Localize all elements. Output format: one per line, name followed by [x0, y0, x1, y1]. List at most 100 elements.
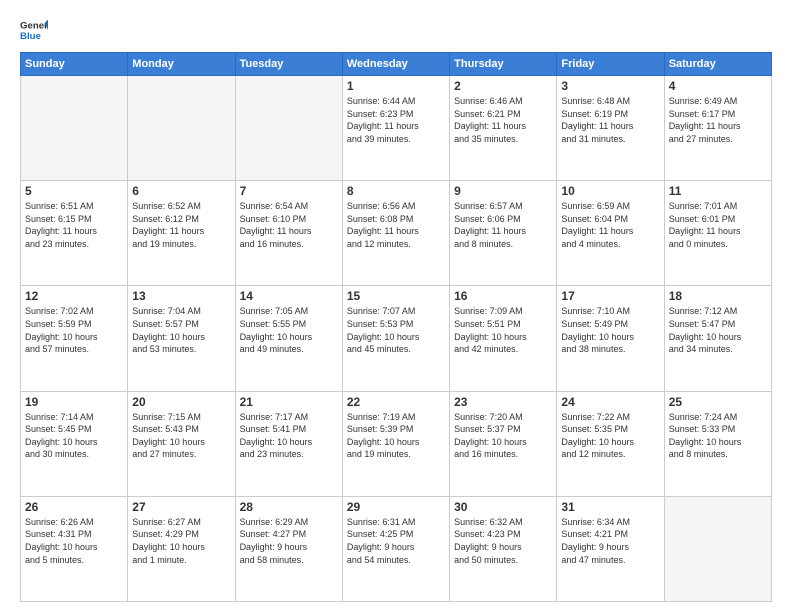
- week-row-4: 19 Sunrise: 7:14 AM Sunset: 5:45 PM Dayli…: [21, 391, 772, 496]
- day-number: 19: [25, 395, 123, 409]
- day-info: Sunrise: 7:22 AM Sunset: 5:35 PM Dayligh…: [561, 411, 659, 461]
- weekday-header-sunday: Sunday: [21, 53, 128, 76]
- day-number: 24: [561, 395, 659, 409]
- calendar-cell: 11 Sunrise: 7:01 AM Sunset: 6:01 PM Dayli…: [664, 181, 771, 286]
- calendar-cell: 5 Sunrise: 6:51 AM Sunset: 6:15 PM Daylig…: [21, 181, 128, 286]
- day-number: 21: [240, 395, 338, 409]
- day-info: Sunrise: 6:56 AM Sunset: 6:08 PM Dayligh…: [347, 200, 445, 250]
- calendar-cell: 27Sunrise: 6:27 AM Sunset: 4:29 PM Dayli…: [128, 496, 235, 601]
- day-number: 20: [132, 395, 230, 409]
- week-row-1: 1 Sunrise: 6:44 AM Sunset: 6:23 PM Daylig…: [21, 76, 772, 181]
- day-number: 12: [25, 289, 123, 303]
- day-number: 4: [669, 79, 767, 93]
- calendar-cell: 7Sunrise: 6:54 AM Sunset: 6:10 PM Daylig…: [235, 181, 342, 286]
- calendar-cell: 26 Sunrise: 6:26 AM Sunset: 4:31 PM Dayli…: [21, 496, 128, 601]
- day-info: Sunrise: 7:17 AM Sunset: 5:41 PM Dayligh…: [240, 411, 338, 461]
- weekday-header-friday: Friday: [557, 53, 664, 76]
- calendar-cell: 8 Sunrise: 6:56 AM Sunset: 6:08 PM Daylig…: [342, 181, 449, 286]
- svg-text:Blue: Blue: [20, 31, 41, 42]
- day-number: 29: [347, 500, 445, 514]
- calendar-cell: 4 Sunrise: 6:49 AM Sunset: 6:17 PM Daylig…: [664, 76, 771, 181]
- day-info: Sunrise: 7:05 AM Sunset: 5:55 PM Dayligh…: [240, 305, 338, 355]
- day-number: 6: [132, 184, 230, 198]
- day-number: 28: [240, 500, 338, 514]
- day-info: Sunrise: 7:24 AM Sunset: 5:33 PM Dayligh…: [669, 411, 767, 461]
- day-info: Sunrise: 7:04 AM Sunset: 5:57 PM Dayligh…: [132, 305, 230, 355]
- calendar-cell: [235, 76, 342, 181]
- week-row-3: 12 Sunrise: 7:02 AM Sunset: 5:59 PM Dayli…: [21, 286, 772, 391]
- day-number: 13: [132, 289, 230, 303]
- calendar-cell: 18Sunrise: 7:12 AM Sunset: 5:47 PM Dayli…: [664, 286, 771, 391]
- day-info: Sunrise: 7:14 AM Sunset: 5:45 PM Dayligh…: [25, 411, 123, 461]
- day-number: 14: [240, 289, 338, 303]
- calendar-cell: 21 Sunrise: 7:17 AM Sunset: 5:41 PM Dayli…: [235, 391, 342, 496]
- day-number: 2: [454, 79, 552, 93]
- calendar-cell: 25 Sunrise: 7:24 AM Sunset: 5:33 PM Dayli…: [664, 391, 771, 496]
- day-info: Sunrise: 6:49 AM Sunset: 6:17 PM Dayligh…: [669, 95, 767, 145]
- day-number: 5: [25, 184, 123, 198]
- weekday-header-thursday: Thursday: [450, 53, 557, 76]
- day-number: 26: [25, 500, 123, 514]
- calendar-cell: 23Sunrise: 7:20 AM Sunset: 5:37 PM Dayli…: [450, 391, 557, 496]
- day-number: 31: [561, 500, 659, 514]
- day-number: 11: [669, 184, 767, 198]
- calendar-cell: 30 Sunrise: 6:32 AM Sunset: 4:23 PM Dayli…: [450, 496, 557, 601]
- calendar-cell: 12 Sunrise: 7:02 AM Sunset: 5:59 PM Dayli…: [21, 286, 128, 391]
- day-number: 16: [454, 289, 552, 303]
- day-info: Sunrise: 7:02 AM Sunset: 5:59 PM Dayligh…: [25, 305, 123, 355]
- week-row-2: 5 Sunrise: 6:51 AM Sunset: 6:15 PM Daylig…: [21, 181, 772, 286]
- calendar-cell: 31 Sunrise: 6:34 AM Sunset: 4:21 PM Dayli…: [557, 496, 664, 601]
- calendar-cell: 14 Sunrise: 7:05 AM Sunset: 5:55 PM Dayli…: [235, 286, 342, 391]
- logo-icon: General Blue: [20, 16, 48, 44]
- day-info: Sunrise: 6:27 AM Sunset: 4:29 PM Dayligh…: [132, 516, 230, 566]
- weekday-header-row: SundayMondayTuesdayWednesdayThursdayFrid…: [21, 53, 772, 76]
- day-info: Sunrise: 6:44 AM Sunset: 6:23 PM Dayligh…: [347, 95, 445, 145]
- day-number: 25: [669, 395, 767, 409]
- day-number: 1: [347, 79, 445, 93]
- day-info: Sunrise: 6:29 AM Sunset: 4:27 PM Dayligh…: [240, 516, 338, 566]
- day-info: Sunrise: 6:48 AM Sunset: 6:19 PM Dayligh…: [561, 95, 659, 145]
- page: General Blue SundayMondayTuesdayWednesda…: [0, 0, 792, 612]
- day-info: Sunrise: 6:34 AM Sunset: 4:21 PM Dayligh…: [561, 516, 659, 566]
- calendar-cell: 16Sunrise: 7:09 AM Sunset: 5:51 PM Dayli…: [450, 286, 557, 391]
- day-info: Sunrise: 6:32 AM Sunset: 4:23 PM Dayligh…: [454, 516, 552, 566]
- calendar-cell: 20 Sunrise: 7:15 AM Sunset: 5:43 PM Dayli…: [128, 391, 235, 496]
- day-info: Sunrise: 6:57 AM Sunset: 6:06 PM Dayligh…: [454, 200, 552, 250]
- day-info: Sunrise: 6:46 AM Sunset: 6:21 PM Dayligh…: [454, 95, 552, 145]
- day-number: 17: [561, 289, 659, 303]
- calendar-cell: [128, 76, 235, 181]
- calendar-cell: 13 Sunrise: 7:04 AM Sunset: 5:57 PM Dayli…: [128, 286, 235, 391]
- calendar-cell: [664, 496, 771, 601]
- day-info: Sunrise: 6:31 AM Sunset: 4:25 PM Dayligh…: [347, 516, 445, 566]
- day-number: 7: [240, 184, 338, 198]
- day-number: 18: [669, 289, 767, 303]
- weekday-header-saturday: Saturday: [664, 53, 771, 76]
- day-info: Sunrise: 7:10 AM Sunset: 5:49 PM Dayligh…: [561, 305, 659, 355]
- day-info: Sunrise: 7:15 AM Sunset: 5:43 PM Dayligh…: [132, 411, 230, 461]
- calendar-cell: 9Sunrise: 6:57 AM Sunset: 6:06 PM Daylig…: [450, 181, 557, 286]
- day-info: Sunrise: 6:59 AM Sunset: 6:04 PM Dayligh…: [561, 200, 659, 250]
- week-row-5: 26 Sunrise: 6:26 AM Sunset: 4:31 PM Dayli…: [21, 496, 772, 601]
- day-number: 22: [347, 395, 445, 409]
- weekday-header-wednesday: Wednesday: [342, 53, 449, 76]
- calendar-cell: 22 Sunrise: 7:19 AM Sunset: 5:39 PM Dayli…: [342, 391, 449, 496]
- day-info: Sunrise: 7:07 AM Sunset: 5:53 PM Dayligh…: [347, 305, 445, 355]
- calendar-cell: 2 Sunrise: 6:46 AM Sunset: 6:21 PM Daylig…: [450, 76, 557, 181]
- day-info: Sunrise: 6:51 AM Sunset: 6:15 PM Dayligh…: [25, 200, 123, 250]
- calendar-cell: 29 Sunrise: 6:31 AM Sunset: 4:25 PM Dayli…: [342, 496, 449, 601]
- day-info: Sunrise: 6:26 AM Sunset: 4:31 PM Dayligh…: [25, 516, 123, 566]
- day-number: 30: [454, 500, 552, 514]
- day-info: Sunrise: 7:01 AM Sunset: 6:01 PM Dayligh…: [669, 200, 767, 250]
- calendar-cell: 6 Sunrise: 6:52 AM Sunset: 6:12 PM Daylig…: [128, 181, 235, 286]
- calendar-cell: 19 Sunrise: 7:14 AM Sunset: 5:45 PM Dayli…: [21, 391, 128, 496]
- day-number: 10: [561, 184, 659, 198]
- calendar-table: SundayMondayTuesdayWednesdayThursdayFrid…: [20, 52, 772, 602]
- calendar-cell: 17 Sunrise: 7:10 AM Sunset: 5:49 PM Dayli…: [557, 286, 664, 391]
- day-info: Sunrise: 7:19 AM Sunset: 5:39 PM Dayligh…: [347, 411, 445, 461]
- header: General Blue: [20, 16, 772, 44]
- calendar-cell: 10 Sunrise: 6:59 AM Sunset: 6:04 PM Dayli…: [557, 181, 664, 286]
- day-number: 8: [347, 184, 445, 198]
- calendar-cell: 15Sunrise: 7:07 AM Sunset: 5:53 PM Dayli…: [342, 286, 449, 391]
- calendar-cell: 1 Sunrise: 6:44 AM Sunset: 6:23 PM Daylig…: [342, 76, 449, 181]
- day-info: Sunrise: 6:52 AM Sunset: 6:12 PM Dayligh…: [132, 200, 230, 250]
